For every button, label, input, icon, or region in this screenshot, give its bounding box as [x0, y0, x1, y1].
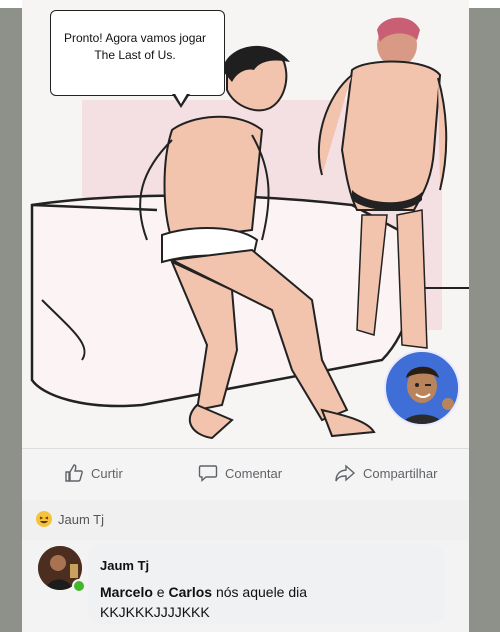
comment-button[interactable]: Comentar — [198, 463, 282, 483]
comment-message: nós aquele dia — [212, 584, 308, 600]
comment-item: Jaum Tj Marcelo e Carlos nós aquele dia K… — [22, 540, 469, 632]
mention-marcelo[interactable]: Marcelo — [100, 584, 153, 600]
post-actions-bar: Curtir Comentar Compartilhar — [22, 448, 469, 501]
reaction-row: Jaum Tj — [22, 500, 469, 540]
comment-author[interactable]: Jaum Tj — [100, 558, 149, 573]
like-label: Curtir — [91, 465, 123, 481]
laughing-emoji-icon — [36, 511, 52, 527]
online-status-dot — [72, 579, 86, 593]
share-button[interactable]: Compartilhar — [334, 463, 437, 483]
comment-text: Marcelo e Carlos nós aquele dia KKJKKKJJJ… — [100, 582, 440, 622]
speech-bubble-text: Pronto! Agora vamos jogar The Last of Us… — [63, 31, 207, 62]
comment-bubble-icon — [198, 465, 218, 483]
share-arrow-icon — [335, 464, 356, 482]
comment-laugh: KKJKKKJJJJKKK — [100, 604, 210, 620]
comment-bubble: Jaum Tj Marcelo e Carlos nós aquele dia K… — [88, 544, 445, 624]
speech-bubble-tail — [172, 92, 190, 108]
like-button[interactable]: Curtir — [64, 463, 123, 483]
reactor-name[interactable]: Jaum Tj — [58, 512, 104, 527]
comment-joiner: e — [152, 584, 169, 600]
thumbs-up-icon — [65, 464, 83, 482]
share-label: Compartilhar — [363, 465, 438, 481]
watermark-avatar-badge — [384, 350, 460, 426]
mention-carlos[interactable]: Carlos — [169, 584, 213, 600]
comment-label: Comentar — [225, 465, 283, 481]
